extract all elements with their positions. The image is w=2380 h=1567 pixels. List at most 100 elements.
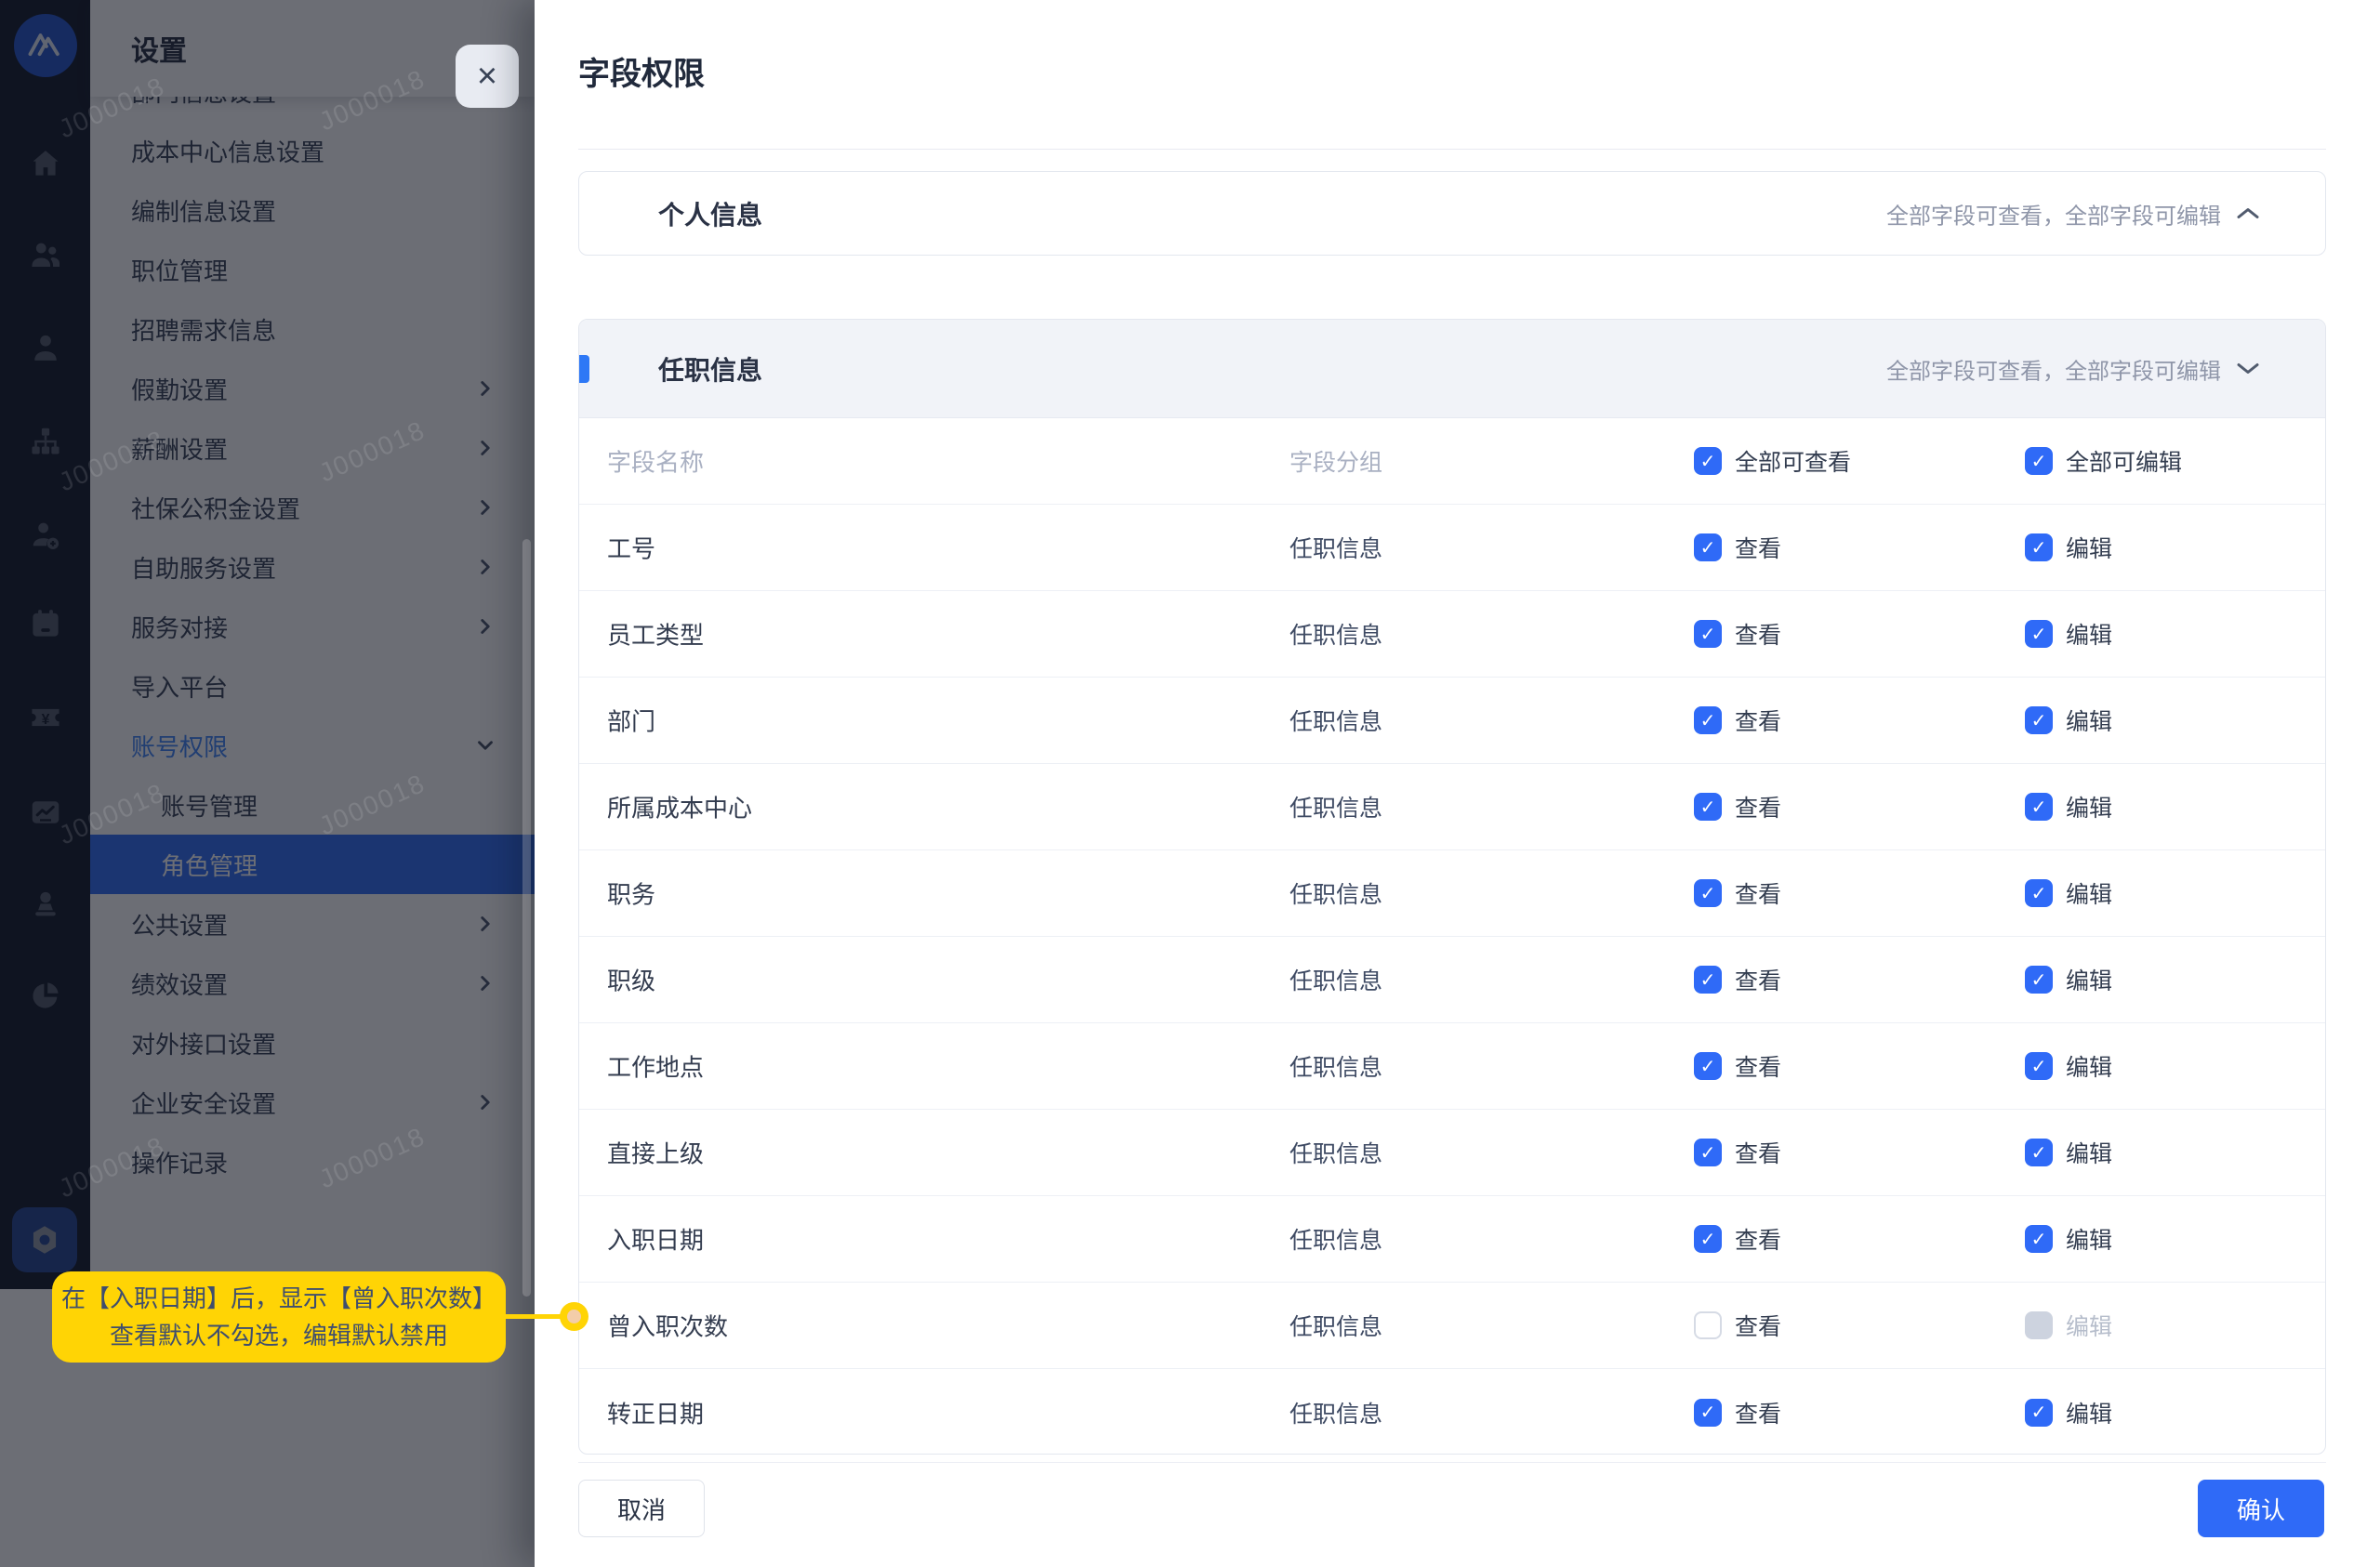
field-name: 所属成本中心	[607, 790, 752, 824]
field-row: 职级任职信息✓查看✓编辑	[579, 937, 2325, 1023]
tooltip-marker-dot	[560, 1302, 588, 1331]
field-row: 所属成本中心任职信息✓查看✓编辑	[579, 764, 2325, 850]
edit-checkbox[interactable]: ✓	[2025, 1052, 2053, 1080]
table-header-row: 字段名称 字段分组 ✓ 全部可查看 ✓ 全部可编辑	[579, 418, 2325, 505]
view-all-label: 全部可查看	[1735, 444, 1851, 478]
field-group: 任职信息	[1289, 1309, 1382, 1342]
view-checkbox[interactable]: ✓	[1694, 966, 1722, 994]
tooltip-line-2: 查看默认不勾选，编辑默认禁用	[110, 1317, 448, 1354]
edit-label: 编辑	[2066, 704, 2112, 737]
edit-all-label: 全部可编辑	[2066, 444, 2182, 478]
field-name: 员工类型	[607, 617, 704, 652]
field-row: 曾入职次数 任职信息 查看 编辑	[579, 1283, 2325, 1369]
edit-label: 编辑	[2066, 1396, 2112, 1429]
view-label: 查看	[1735, 617, 1781, 651]
drawer-scrollbar[interactable]	[522, 539, 531, 1297]
edit-checkbox[interactable]: ✓	[2025, 966, 2053, 994]
edit-label: 编辑	[2066, 876, 2112, 910]
view-checkbox[interactable]: ✓	[1694, 879, 1722, 907]
field-name: 职级	[607, 963, 655, 997]
view-label: 查看	[1735, 1396, 1781, 1429]
field-group: 任职信息	[1289, 704, 1382, 737]
view-checkbox[interactable]: ✓	[1694, 1399, 1722, 1427]
field-group: 任职信息	[1289, 876, 1382, 910]
section-employment-info: 任职信息 全部字段可查看，全部字段可编辑 字段名称 字段分组 ✓ 全部可查看 ✓…	[578, 319, 2326, 1455]
annotation-tooltip: 在【入职日期】后，显示【曾入职次数】 查看默认不勾选，编辑默认禁用	[52, 1271, 506, 1363]
field-name: 曾入职次数	[607, 1309, 728, 1343]
view-checkbox[interactable]: ✓	[1694, 1052, 1722, 1080]
field-row: 工号 任职信息 ✓ 查看 ✓ 编辑	[579, 505, 2325, 591]
section-summary-text: 全部字段可查看，全部字段可编辑	[1886, 197, 2221, 230]
edit-checkbox[interactable]: ✓	[2025, 706, 2053, 734]
view-checkbox[interactable]: ✓	[1694, 793, 1722, 821]
field-name: 工作地点	[607, 1049, 704, 1084]
edit-checkbox	[2025, 1311, 2053, 1339]
view-label: 查看	[1735, 1309, 1781, 1342]
edit-checkbox[interactable]: ✓	[2025, 533, 2053, 561]
chevron-up-icon	[2236, 206, 2260, 221]
edit-label: 编辑	[2066, 531, 2112, 564]
field-name: 工号	[607, 531, 655, 565]
field-group: 任职信息	[1289, 1222, 1382, 1256]
edit-checkbox[interactable]: ✓	[2025, 1139, 2053, 1166]
field-name: 直接上级	[607, 1136, 704, 1170]
view-label: 查看	[1735, 1049, 1781, 1083]
section-summary-text: 全部字段可查看，全部字段可编辑	[1886, 352, 2221, 385]
section-summary-toggle[interactable]: 全部字段可查看，全部字段可编辑	[1886, 352, 2260, 385]
confirm-button[interactable]: 确认	[2198, 1480, 2324, 1537]
edit-checkbox[interactable]: ✓	[2025, 879, 2053, 907]
edit-all-checkbox[interactable]: ✓	[2025, 447, 2053, 475]
field-row: 工作地点 任职信息 ✓ 查看 ✓ 编辑	[579, 1023, 2325, 1110]
edit-checkbox[interactable]: ✓	[2025, 1399, 2053, 1427]
field-group: 任职信息	[1289, 963, 1382, 996]
view-label: 查看	[1735, 876, 1781, 910]
drag-handle-tag	[579, 355, 589, 383]
field-row: 部门 任职信息 ✓ 查看 ✓ 编辑	[579, 678, 2325, 764]
edit-checkbox[interactable]: ✓	[2025, 1225, 2053, 1253]
field-group: 任职信息	[1289, 531, 1382, 564]
edit-label: 编辑	[2066, 617, 2112, 651]
edit-label: 编辑	[2066, 1136, 2112, 1169]
tooltip-connector-line	[504, 1314, 562, 1319]
edit-label: 编辑	[2066, 1222, 2112, 1256]
field-name: 转正日期	[607, 1395, 704, 1429]
edit-checkbox[interactable]: ✓	[2025, 620, 2053, 648]
field-table-body: 工号任职信息✓查看✓编辑员工类型任职信息✓查看✓编辑部门任职信息✓查看✓编辑所属…	[579, 505, 2325, 1455]
chevron-down-icon	[2236, 362, 2260, 376]
field-group: 任职信息	[1289, 1136, 1382, 1169]
edit-checkbox[interactable]: ✓	[2025, 793, 2053, 821]
field-row: 员工类型 任职信息 ✓ 查看 ✓ 编辑	[579, 591, 2325, 678]
view-checkbox[interactable]	[1694, 1311, 1722, 1339]
field-row: 直接上级 任职信息 ✓ 查看 ✓ 编辑	[579, 1110, 2325, 1196]
field-group: 任职信息	[1289, 1396, 1382, 1429]
cancel-button[interactable]: 取消	[578, 1480, 705, 1537]
close-drawer-button[interactable]: ×	[456, 45, 519, 108]
view-label: 查看	[1735, 704, 1781, 737]
view-label: 查看	[1735, 1136, 1781, 1169]
view-checkbox[interactable]: ✓	[1694, 706, 1722, 734]
field-row: 入职日期任职信息✓查看✓编辑	[579, 1196, 2325, 1283]
field-row: 转正日期 任职信息 ✓ 查看 ✓ 编辑	[579, 1369, 2325, 1455]
field-group: 任职信息	[1289, 617, 1382, 651]
edit-label: 编辑	[2066, 790, 2112, 823]
view-label: 查看	[1735, 531, 1781, 564]
view-checkbox[interactable]: ✓	[1694, 1225, 1722, 1253]
field-name: 入职日期	[607, 1222, 704, 1257]
column-header-field-name: 字段名称	[607, 444, 704, 479]
screen: ¥ 部门信息设置成本中心信息设置编制信息设置职位管理招聘需求信息假勤设置 薪酬设…	[0, 0, 2380, 1567]
view-checkbox[interactable]: ✓	[1694, 620, 1722, 648]
edit-label: 编辑	[2066, 1049, 2112, 1083]
edit-label: 编辑	[2066, 1309, 2112, 1342]
field-permission-modal: 字段权限 个人信息 全部字段可查看，全部字段可编辑 任职信息 全部字段可查看，全…	[535, 0, 2380, 1567]
footer-divider	[578, 1462, 2326, 1463]
field-group: 任职信息	[1289, 790, 1382, 823]
section-summary-toggle[interactable]: 全部字段可查看，全部字段可编辑	[1886, 197, 2260, 230]
field-name: 部门	[607, 704, 655, 738]
section-title: 个人信息	[658, 195, 762, 232]
view-checkbox[interactable]: ✓	[1694, 533, 1722, 561]
field-group: 任职信息	[1289, 1049, 1382, 1083]
column-header-field-group: 字段分组	[1289, 444, 1382, 478]
view-checkbox[interactable]: ✓	[1694, 1139, 1722, 1166]
modal-title: 字段权限	[578, 48, 705, 94]
view-all-checkbox[interactable]: ✓	[1694, 447, 1722, 475]
